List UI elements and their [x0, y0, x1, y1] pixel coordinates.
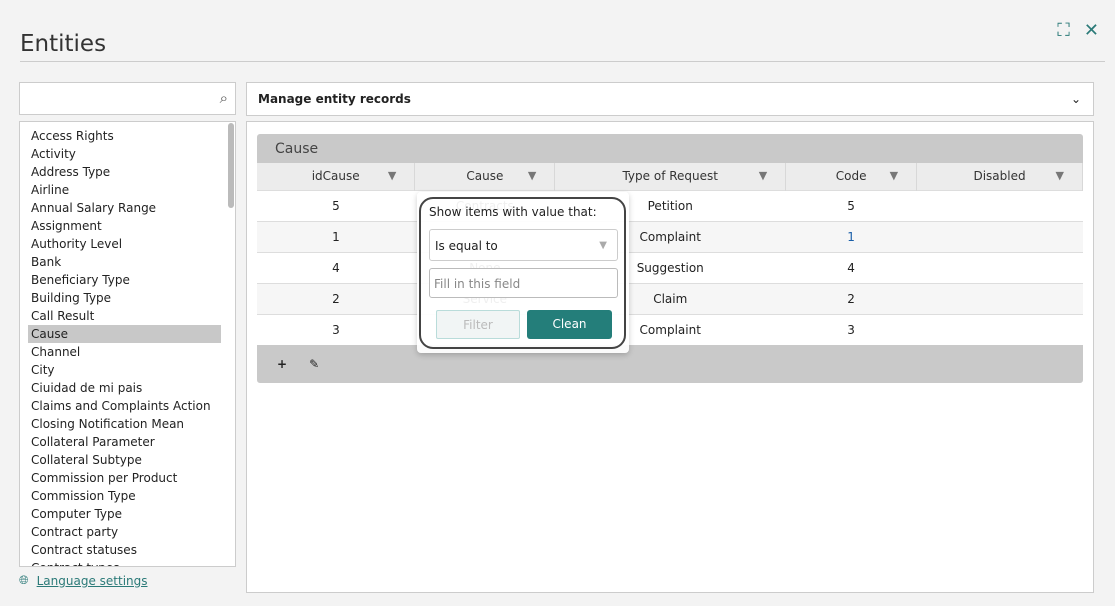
dropdown-value: Manage entity records — [258, 92, 411, 106]
entity-item[interactable]: Claims and Complaints Action — [20, 397, 221, 415]
action-dropdown[interactable]: Manage entity records ⌄ — [246, 82, 1094, 116]
column-label: Code — [835, 169, 867, 184]
entity-item[interactable]: Channel — [20, 343, 221, 361]
records-grid: Cause idCause ▼ Cause ▼ Type of Request ▼ Code… — [257, 134, 1083, 383]
entity-item[interactable]: Address Type — [20, 163, 221, 181]
close-icon[interactable]: ✕ — [1084, 20, 1099, 41]
column-header[interactable]: Type of Request ▼ — [554, 163, 787, 190]
column-header[interactable]: Disabled ▼ — [916, 163, 1083, 190]
entity-item[interactable]: Activity — [20, 145, 221, 163]
clean-button[interactable]: Clean — [527, 310, 612, 339]
table-cell: 5 — [257, 189, 415, 221]
chevron-down-icon: ⌄ — [1070, 92, 1081, 106]
filter-icon[interactable]: ▼ — [1056, 169, 1064, 182]
entity-item[interactable]: Building Type — [20, 289, 221, 307]
entity-item[interactable]: Commission per Product — [20, 469, 221, 487]
language-settings[interactable]: 🌐︎ Language settings — [19, 573, 148, 588]
entity-item[interactable]: Bank — [20, 253, 221, 271]
table-cell: 1 — [257, 220, 415, 252]
table-cell: 4 — [785, 251, 917, 283]
table-row[interactable]: 2ServiceClaim2 — [257, 282, 1083, 314]
table-cell — [916, 313, 1083, 345]
entity-item[interactable]: Airline — [20, 181, 221, 199]
entity-item[interactable]: Call Result — [20, 307, 221, 325]
entity-item[interactable]: Annual Salary Range — [20, 199, 221, 217]
filter-button[interactable]: Filter — [436, 310, 520, 339]
entity-item[interactable]: Authority Level — [20, 235, 221, 253]
entity-item[interactable]: Contract party — [20, 523, 221, 541]
table-cell: 1 — [785, 220, 917, 252]
edit-icon[interactable]: ✎ — [309, 357, 319, 371]
column-label: Disabled — [973, 169, 1026, 184]
filter-icon[interactable]: ▼ — [890, 169, 898, 182]
table-cell: 3 — [785, 313, 917, 345]
table-cell — [916, 189, 1083, 221]
operator-value: Is equal to — [435, 239, 498, 253]
entity-item[interactable]: Ciuidad de mi pais — [20, 379, 221, 397]
entity-item[interactable]: Cause — [28, 325, 221, 343]
entity-item[interactable]: Access Rights — [20, 127, 221, 145]
entity-item[interactable]: Commission Type — [20, 487, 221, 505]
add-icon[interactable]: + — [277, 357, 287, 371]
scrollbar[interactable] — [228, 123, 234, 208]
filter-icon[interactable]: ▼ — [528, 169, 536, 182]
entity-item[interactable]: Closing Notification Mean — [20, 415, 221, 433]
table-cell — [916, 282, 1083, 314]
entity-item[interactable]: Contract types — [20, 559, 221, 566]
entity-item[interactable]: Collateral Subtype — [20, 451, 221, 469]
language-settings-link[interactable]: Language settings — [37, 574, 148, 588]
entity-item[interactable]: Contract statuses — [20, 541, 221, 559]
column-label: idCause — [311, 169, 360, 184]
page-title: Entities — [20, 31, 107, 58]
globe-icon: 🌐︎ — [19, 573, 29, 587]
expand-icon[interactable]: ⛶ — [1057, 20, 1070, 41]
column-label: Cause — [466, 169, 504, 184]
entity-list: Access Rights Activity Address Type Airline… — [19, 121, 236, 567]
table-cell: 2 — [785, 282, 917, 314]
column-label: Type of Request — [622, 169, 718, 184]
column-header[interactable]: idCause ▼ — [257, 163, 416, 190]
entity-item[interactable]: City — [20, 361, 221, 379]
table-cell — [916, 251, 1083, 283]
filter-popup: Show items with value that: Is equal to ▼… — [417, 192, 629, 353]
entity-item[interactable]: Computer Type — [20, 505, 221, 523]
table-row[interactable]: 1 Complaint 1 — [257, 220, 1083, 252]
entity-item[interactable]: Assignment — [20, 217, 221, 235]
entity-item[interactable]: Collateral Parameter — [20, 433, 221, 451]
table-cell: 5 — [785, 189, 917, 221]
filter-value-input[interactable]: Fill in this field — [429, 268, 618, 298]
caret-down-icon: ▼ — [599, 240, 607, 251]
operator-select[interactable]: Is equal to ▼ — [429, 229, 618, 261]
table-cell: 4 — [257, 251, 415, 283]
column-header[interactable]: Cause ▼ — [414, 163, 556, 190]
table-row[interactable]: 4NoneSuggestion4 — [257, 251, 1083, 283]
filter-label: Show items with value that: — [429, 205, 597, 219]
column-header[interactable]: Code ▼ — [785, 163, 918, 190]
divider — [20, 61, 1105, 62]
filter-icon[interactable]: ▼ — [759, 169, 767, 182]
filter-icon[interactable]: ▼ — [388, 169, 396, 182]
grid-title: Cause — [275, 141, 319, 157]
search-icon[interactable]: ⌕ — [220, 89, 228, 107]
search-input[interactable] — [20, 83, 200, 113]
entity-item[interactable]: Beneficiary Type — [20, 271, 221, 289]
table-row[interactable]: 5ContractsPetition5 — [257, 189, 1083, 221]
table-cell — [916, 220, 1083, 252]
table-cell: 3 — [257, 313, 415, 345]
entity-search[interactable]: ⌕ — [19, 82, 236, 115]
table-row[interactable]: 3TaxesComplaint3 — [257, 313, 1083, 345]
table-cell: 2 — [257, 282, 415, 314]
